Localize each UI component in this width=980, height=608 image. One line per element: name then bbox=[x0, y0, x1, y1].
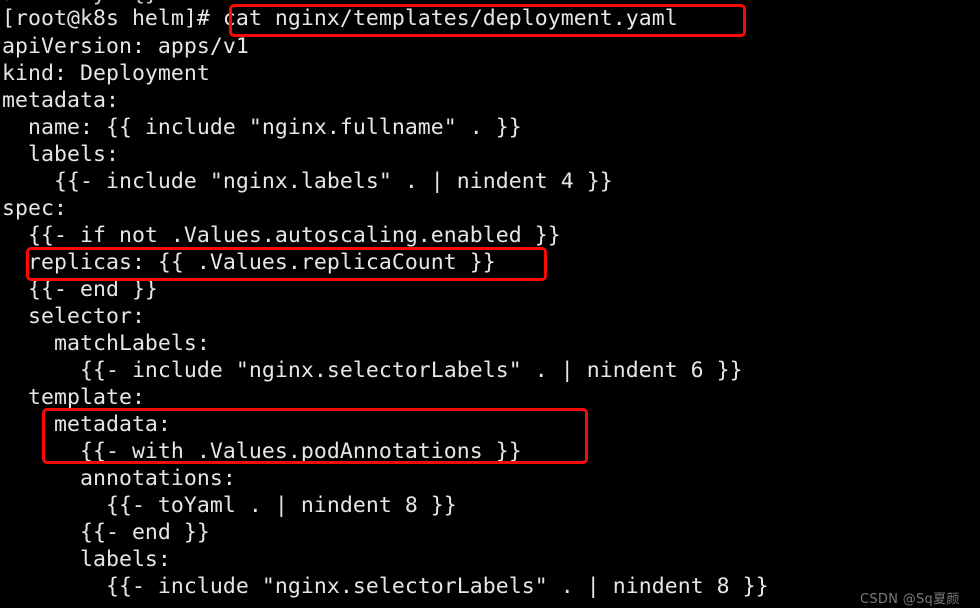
terminal-line: {{- with .Values.podAnnotations }} bbox=[2, 439, 522, 464]
terminal-line: {{- end }} bbox=[2, 520, 210, 545]
shell-prompt: [root@k8s helm]# bbox=[2, 6, 210, 31]
terminal-line: {{- include "nginx.labels" . | nindent 4… bbox=[2, 169, 613, 194]
terminal-window[interactable]: affinity: {} [root@k8s helm]# cat nginx/… bbox=[0, 0, 980, 608]
terminal-line: replicas: {{ .Values.replicaCount }} bbox=[2, 250, 496, 275]
terminal-line: {{- if not .Values.autoscaling.enabled }… bbox=[2, 223, 561, 248]
terminal-line: template: bbox=[2, 385, 145, 410]
terminal-line: apiVersion: apps/v1 bbox=[2, 34, 249, 59]
terminal-line: matchLabels: bbox=[2, 331, 210, 356]
csdn-watermark: CSDN @Sq夏颜 bbox=[860, 592, 960, 607]
terminal-line: {{- end }} bbox=[2, 277, 158, 302]
terminal-line: name: {{ include "nginx.fullname" . }} bbox=[2, 115, 522, 140]
terminal-line: kind: Deployment bbox=[2, 61, 210, 86]
terminal-screenshot: affinity: {} [root@k8s helm]# cat nginx/… bbox=[0, 0, 980, 608]
terminal-line: metadata: bbox=[2, 412, 171, 437]
terminal-line: annotations: bbox=[2, 466, 236, 491]
terminal-line: labels: bbox=[2, 547, 171, 572]
shell-command: cat nginx/templates/deployment.yaml bbox=[209, 6, 678, 31]
terminal-line: spec: bbox=[2, 196, 67, 221]
terminal-line: metadata: bbox=[2, 88, 119, 113]
terminal-prompt-line[interactable]: [root@k8s helm]# cat nginx/templates/dep… bbox=[2, 5, 678, 32]
terminal-line: {{- toYaml . | nindent 8 }} bbox=[2, 493, 457, 518]
terminal-line: selector: bbox=[2, 304, 145, 329]
terminal-line: {{- include "nginx.selectorLabels" . | n… bbox=[2, 574, 769, 599]
terminal-line: labels: bbox=[2, 142, 119, 167]
terminal-line: {{- include "nginx.selectorLabels" . | n… bbox=[2, 358, 743, 383]
